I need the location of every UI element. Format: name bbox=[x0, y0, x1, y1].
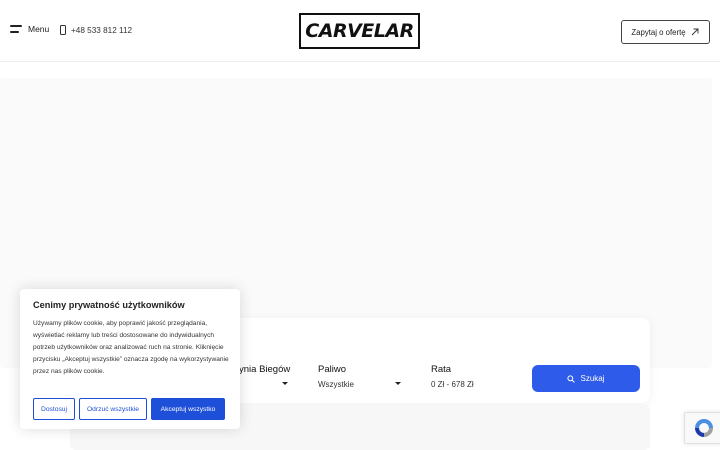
recaptcha-icon bbox=[695, 419, 713, 437]
recaptcha-badge[interactable] bbox=[684, 412, 720, 444]
request-quote-label: Zapytaj o ofertę bbox=[631, 27, 686, 37]
installment-value: 0 Zł - 678 Zł bbox=[431, 380, 474, 389]
logo-text: CARVELAR bbox=[305, 20, 414, 42]
fuel-field[interactable]: Paliwo Wszystkie bbox=[318, 364, 354, 389]
hamburger-icon bbox=[10, 25, 22, 33]
request-quote-button[interactable]: Zapytaj o ofertę bbox=[621, 20, 710, 44]
menu-label: Menu bbox=[28, 24, 50, 34]
cookie-consent-banner: Cenimy prywatność użytkowników Używamy p… bbox=[20, 289, 240, 429]
cookie-description: Używamy plików cookie, aby poprawić jako… bbox=[33, 320, 229, 375]
site-logo[interactable]: CARVELAR bbox=[299, 13, 420, 49]
arrow-up-right-icon bbox=[691, 28, 699, 36]
phone-link[interactable]: +48 533 812 112 bbox=[60, 25, 132, 35]
site-header: Menu +48 533 812 112 CARVELAR Zapytaj o … bbox=[0, 0, 720, 62]
fuel-label: Paliwo bbox=[318, 364, 346, 375]
phone-number: +48 533 812 112 bbox=[71, 25, 133, 35]
cookie-title: Cenimy prywatność użytkowników bbox=[33, 300, 185, 310]
cookie-button-row: Dostosuj Odrzuć wszystkie Akceptuj wszys… bbox=[33, 398, 225, 420]
search-icon bbox=[567, 374, 576, 383]
search-button-label: Szukaj bbox=[580, 374, 605, 383]
phone-icon bbox=[60, 25, 66, 35]
reject-all-cookies-button[interactable]: Odrzuć wszystkie bbox=[79, 398, 147, 420]
customize-cookies-button[interactable]: Dostosuj bbox=[33, 398, 75, 420]
fuel-value: Wszystkie bbox=[318, 380, 354, 389]
installment-label: Rata bbox=[431, 364, 452, 375]
search-button[interactable]: Szukaj bbox=[532, 365, 640, 392]
gearbox-chevron-down-icon[interactable] bbox=[282, 382, 288, 385]
menu-button[interactable]: Menu bbox=[10, 24, 49, 34]
fuel-chevron-down-icon[interactable] bbox=[395, 382, 401, 385]
installment-field[interactable]: Rata 0 Zł - 678 Zł bbox=[431, 364, 474, 389]
accept-all-cookies-button[interactable]: Akceptuj wszystko bbox=[151, 398, 225, 420]
